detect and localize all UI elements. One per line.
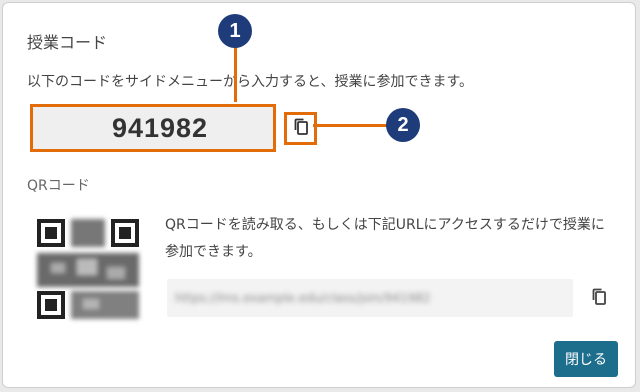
qr-instruction-text: QRコードを読み取る、もしくは下記URLにアクセスするだけで授業に参加できます。 — [165, 217, 605, 260]
callout-connector-1 — [234, 47, 237, 102]
join-url-field[interactable]: https://lms.example.edu/class/join/94198… — [167, 279, 573, 317]
qr-section-label: QRコード — [27, 178, 90, 194]
copy-icon — [293, 118, 309, 140]
copy-code-button[interactable] — [284, 112, 317, 145]
class-code-value: 941982 — [111, 112, 209, 143]
join-url-text: https://lms.example.edu/class/join/94198… — [175, 291, 431, 305]
join-code-dialog: 授業コード 以下のコードをサイドメニューから入力すると、授業に参加できます。 9… — [2, 2, 636, 388]
close-button[interactable]: 閉じる — [554, 341, 618, 377]
callout-badge-2: 2 — [386, 108, 420, 142]
class-code-field: 941982 — [30, 104, 276, 152]
copy-url-button[interactable] — [587, 287, 611, 311]
instruction-text: 以下のコードをサイドメニューから入力すると、授業に参加できます。 — [27, 74, 474, 90]
dialog-title: 授業コード — [27, 33, 108, 52]
copy-icon — [591, 288, 607, 310]
callout-connector-2 — [313, 124, 387, 127]
qr-code-image — [27, 209, 149, 329]
callout-badge-1: 1 — [218, 14, 252, 48]
